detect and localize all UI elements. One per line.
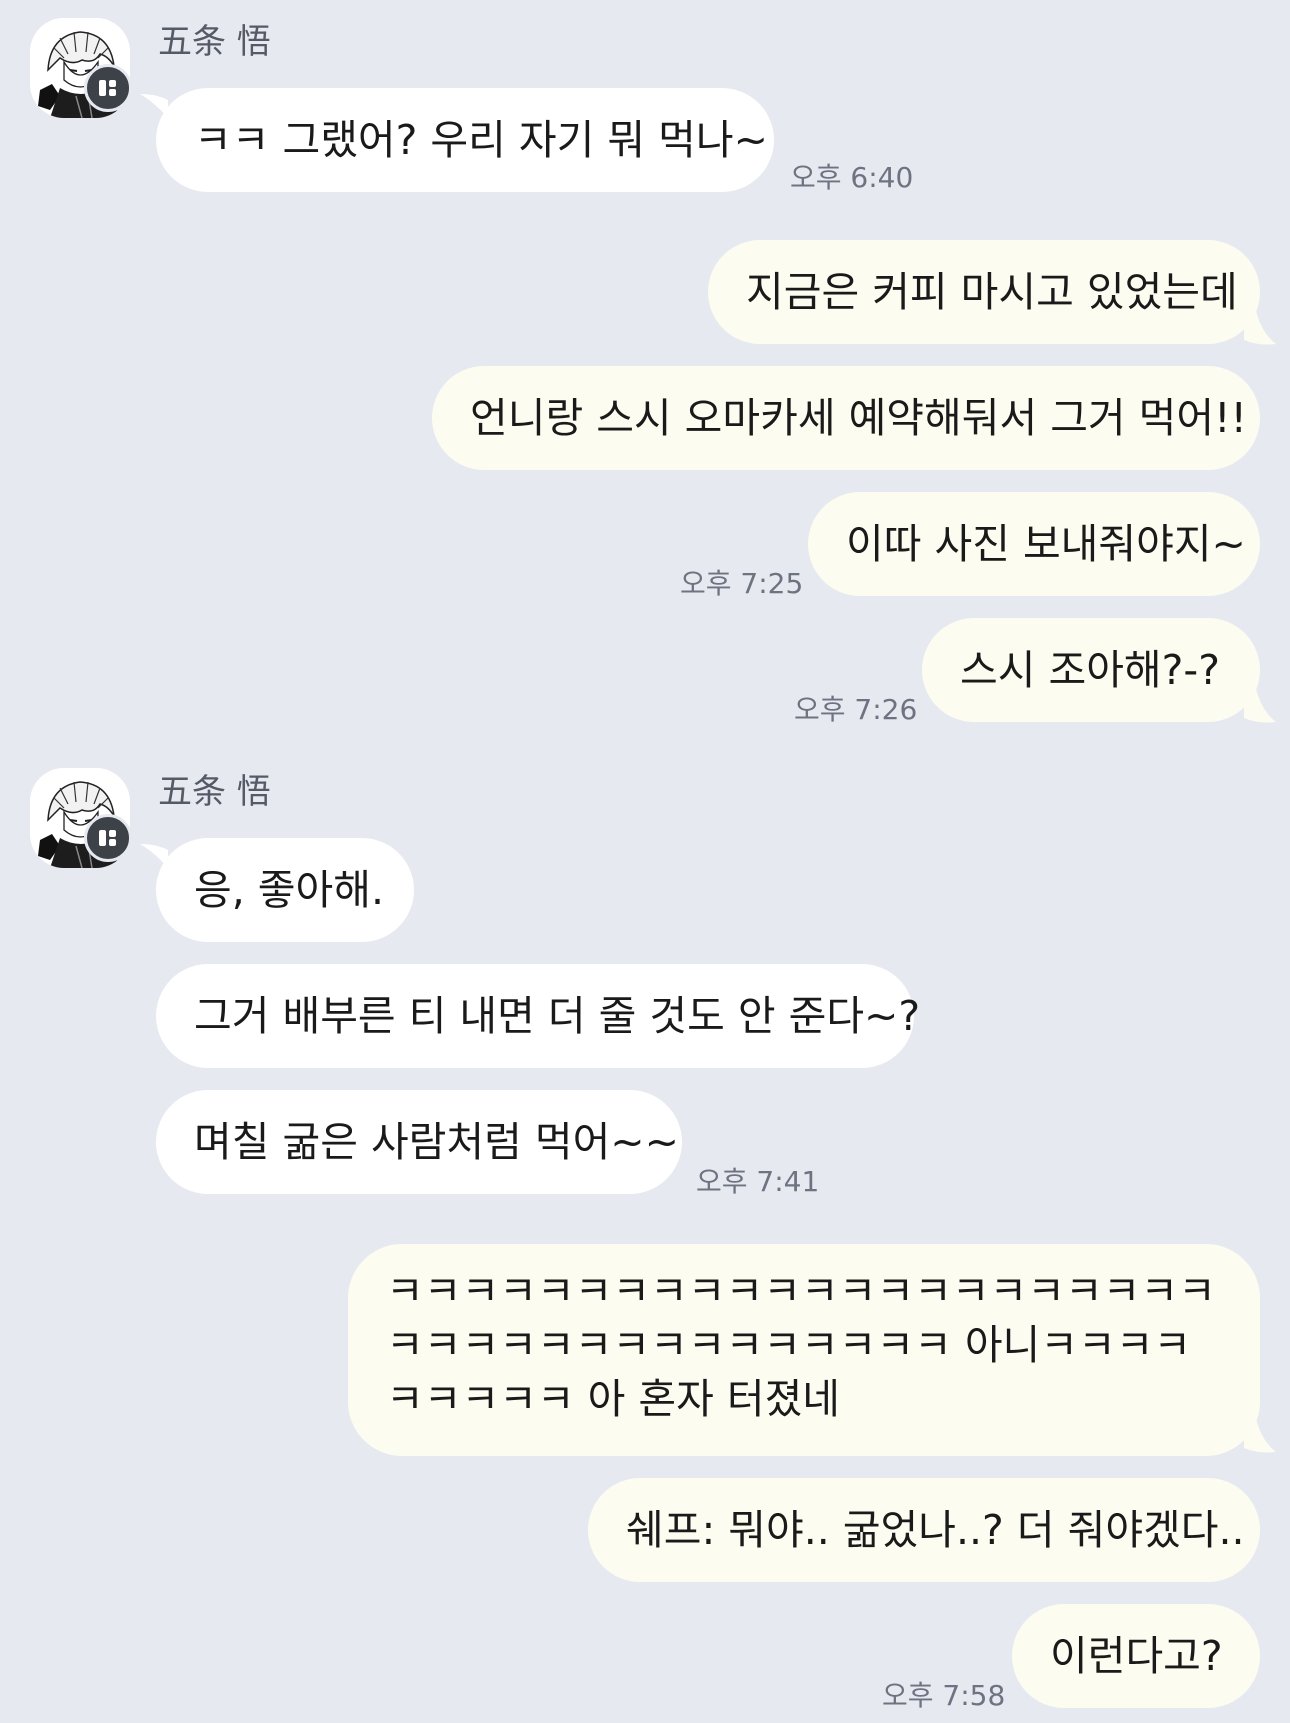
message-text: 응, 좋아해. <box>194 866 384 914</box>
message-bubble-outgoing[interactable]: 이런다고? <box>1012 1604 1260 1708</box>
message-bubble-incoming[interactable]: 응, 좋아해. <box>156 838 414 942</box>
message-text: ㅋㅋ 그랬어? 우리 자기 뭐 먹나~ <box>194 116 768 164</box>
message-text: 며칠 굶은 사람처럼 먹어~~ <box>194 1118 680 1166</box>
message-text: 그거 배부른 티 내면 더 줄 것도 안 준다~? <box>194 992 921 1040</box>
sender-name: 五条 悟 <box>158 772 271 812</box>
message-bubble-outgoing[interactable]: 지금은 커피 마시고 있었는데 <box>708 240 1260 344</box>
message-text: 스시 조아해?-? <box>960 646 1220 694</box>
message-timestamp: 오후 7:26 <box>794 693 918 726</box>
message-bubble-outgoing[interactable]: 언니랑 스시 오마카세 예약해둬서 그거 먹어!! <box>432 366 1260 470</box>
bubble-tail <box>1244 300 1276 345</box>
message-text: 이따 사진 보내줘야지~ <box>846 520 1246 568</box>
message-bubble-outgoing[interactable]: 쉐프: 뭐야.. 굶었나..? 더 줘야겠다.. <box>588 1478 1260 1582</box>
message-timestamp: 오후 7:25 <box>680 567 804 600</box>
message-text: 쉐프: 뭐야.. 굶었나..? 더 줘야겠다.. <box>626 1506 1245 1554</box>
message-bubble-outgoing[interactable]: ㅋㅋㅋㅋㅋㅋㅋㅋㅋㅋㅋㅋㅋㅋㅋㅋㅋㅋㅋㅋㅋㅋㅋㅋㅋㅋㅋㅋㅋㅋㅋㅋㅋㅋㅋㅋㅋ 아니… <box>348 1244 1260 1456</box>
message-bubble-incoming[interactable]: ㅋㅋ 그랬어? 우리 자기 뭐 먹나~ <box>156 88 774 192</box>
message-bubble-incoming[interactable]: 며칠 굶은 사람처럼 먹어~~ <box>156 1090 682 1194</box>
message-timestamp: 오후 7:41 <box>696 1165 820 1198</box>
bubble-tail <box>1244 678 1276 723</box>
message-bubble-outgoing[interactable]: 이따 사진 보내줘야지~ <box>808 492 1260 596</box>
bubble-tail <box>1244 1408 1276 1453</box>
message-timestamp: 오후 6:40 <box>790 161 914 194</box>
message-bubble-incoming[interactable]: 그거 배부른 티 내면 더 줄 것도 안 준다~? <box>156 964 920 1068</box>
sender-name: 五条 悟 <box>158 22 271 62</box>
profile-badge-icon <box>84 64 132 112</box>
message-text: 언니랑 스시 오마카세 예약해둬서 그거 먹어!! <box>470 394 1247 442</box>
message-bubble-outgoing[interactable]: 스시 조아해?-? <box>922 618 1260 722</box>
message-text: 이런다고? <box>1050 1632 1223 1680</box>
message-text: ㅋㅋㅋㅋㅋㅋㅋㅋㅋㅋㅋㅋㅋㅋㅋㅋㅋㅋㅋㅋㅋㅋㅋㅋㅋㅋㅋㅋㅋㅋㅋㅋㅋㅋㅋㅋㅋ 아니… <box>386 1267 1216 1423</box>
message-text: 지금은 커피 마시고 있었는데 <box>746 268 1238 316</box>
message-timestamp: 오후 7:58 <box>882 1679 1006 1712</box>
profile-badge-icon <box>84 814 132 862</box>
